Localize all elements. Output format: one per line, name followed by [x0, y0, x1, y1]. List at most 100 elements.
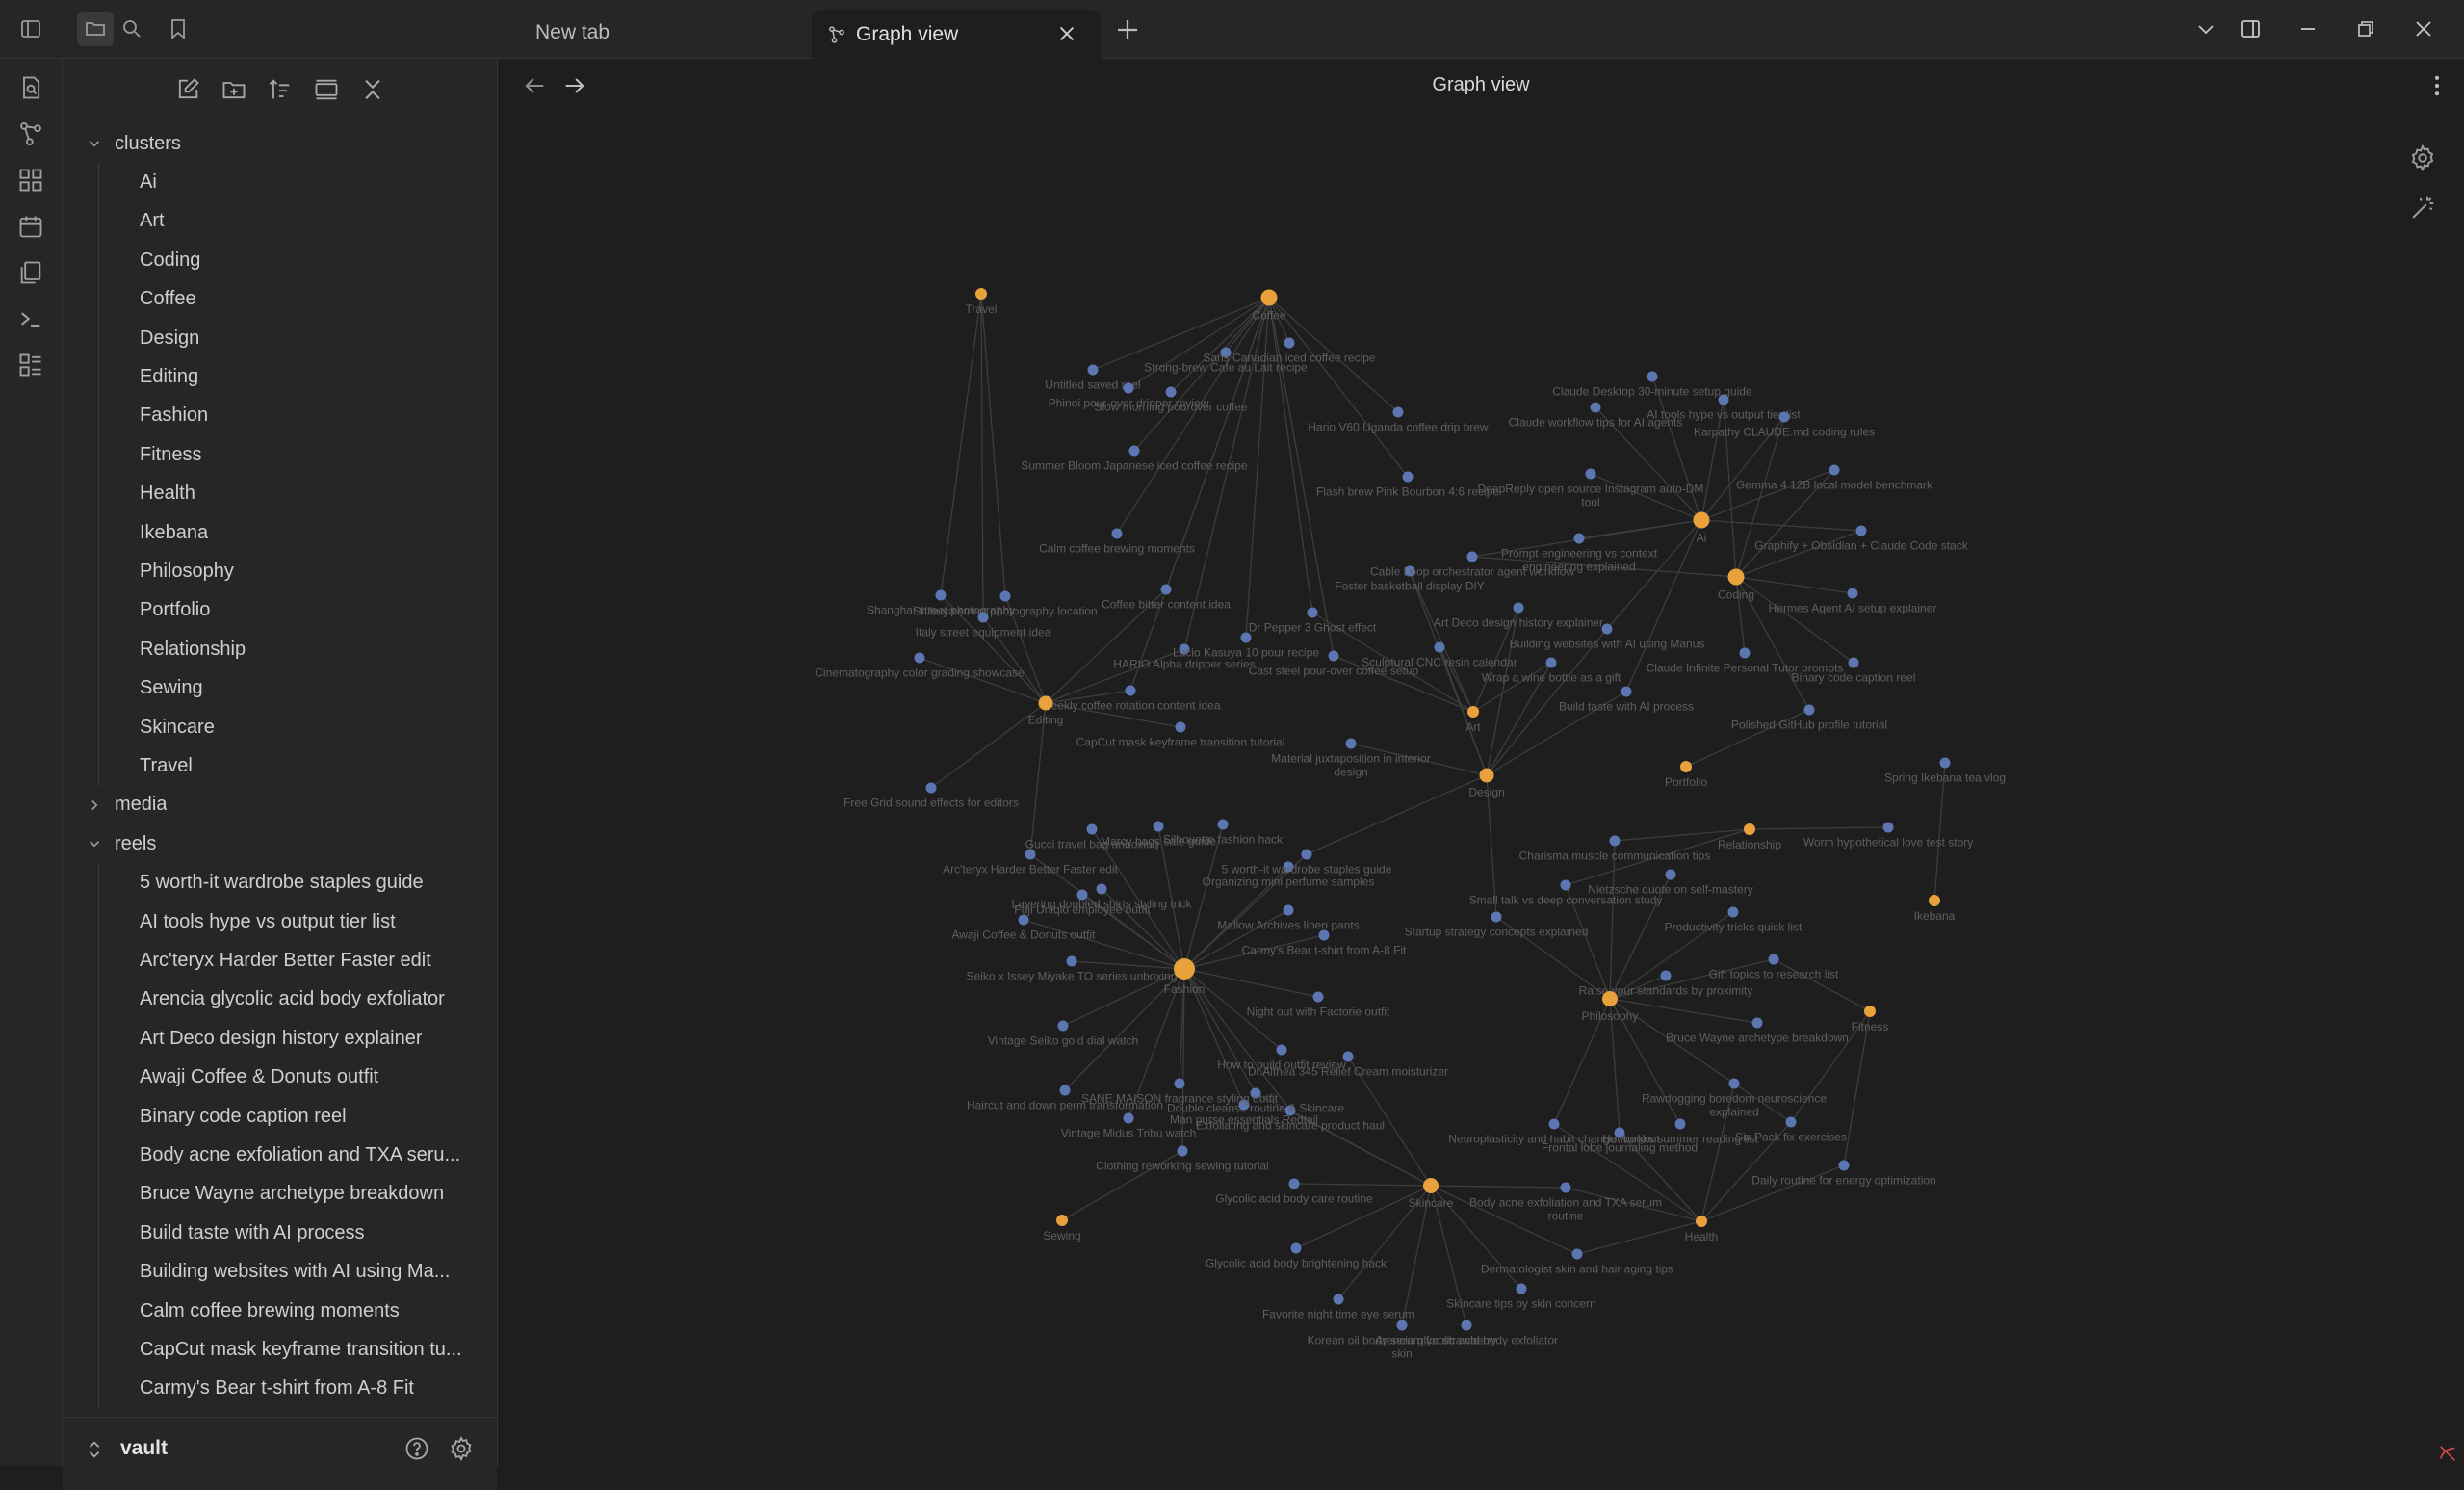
note-node-dot[interactable] [1590, 402, 1601, 413]
graph-view-icon[interactable] [17, 120, 44, 147]
graph-note-node[interactable]: Hermes Agent AI setup explainer [1769, 588, 1937, 615]
note-node-dot[interactable] [1560, 879, 1571, 891]
graph-note-node[interactable]: Weekly coffee rotation content idea [1040, 685, 1221, 713]
note-node-dot[interactable] [1778, 411, 1790, 423]
note-node-dot[interactable] [1283, 904, 1294, 916]
graph-note-node[interactable]: 5 worth-it wardrobe staples guide [1222, 849, 1392, 876]
folder-media[interactable]: media [63, 786, 477, 824]
graph-note-node[interactable]: Hario V60 Uganda coffee drip brew [1308, 406, 1489, 434]
note-node-dot[interactable] [1290, 1242, 1302, 1254]
note-node-dot[interactable] [1803, 704, 1815, 716]
cluster-node-dot[interactable] [1174, 958, 1195, 980]
file-item[interactable]: Art Deco design history explainer [63, 1019, 477, 1058]
note-node-dot[interactable] [1123, 1112, 1134, 1124]
cluster-node-dot[interactable] [1056, 1215, 1068, 1226]
tab-new-tab[interactable]: New tab [491, 8, 809, 58]
right-sidebar-toggle-icon[interactable] [2239, 17, 2262, 40]
canvas-icon[interactable] [17, 167, 44, 194]
file-item[interactable]: Portfolio [63, 591, 477, 630]
graph-note-node[interactable]: Nietzsche quote on self-mastery [1588, 869, 1753, 897]
graph-note-node[interactable]: Favorite night time eye serum [1262, 1294, 1414, 1321]
file-item[interactable]: CapCut mask keyframe transition tu... [63, 1330, 477, 1369]
file-item[interactable]: Fitness [63, 435, 477, 474]
note-node-dot[interactable] [1392, 406, 1404, 418]
note-node-dot[interactable] [1402, 471, 1414, 483]
note-node-dot[interactable] [1128, 445, 1140, 457]
graph-note-node[interactable]: Silhouette fashion hack [1163, 819, 1284, 847]
graph-note-node[interactable]: Cinematography color grading showcase [815, 652, 1025, 680]
file-item[interactable]: Carmy's Bear t-shirt from A-8 Fit [63, 1370, 477, 1408]
graph-note-node[interactable]: Clothing reworking sewing tutorial [1096, 1145, 1269, 1173]
note-node-dot[interactable] [1665, 869, 1676, 880]
note-node-dot[interactable] [1768, 954, 1779, 965]
files-view-button[interactable] [77, 12, 114, 46]
minimize-icon[interactable] [2296, 17, 2320, 40]
note-node-dot[interactable] [1301, 849, 1312, 860]
chevron-down-icon[interactable] [86, 135, 103, 152]
file-item[interactable]: Build taste with AI process [63, 1214, 477, 1252]
graph-note-node[interactable]: Gift topics to research list [1709, 954, 1839, 981]
note-node-dot[interactable] [1614, 1127, 1625, 1138]
graph-note-node[interactable]: Rawdogging boredom neuroscience explained [1642, 1078, 1827, 1119]
cluster-node-dot[interactable] [1038, 695, 1053, 711]
graph-note-node[interactable]: Build taste with AI process [1559, 686, 1694, 714]
note-node-dot[interactable] [1066, 955, 1077, 967]
graph-note-node[interactable]: Sculptural CNC resin calendar [1362, 641, 1517, 669]
open-quick-switcher-icon[interactable] [17, 74, 44, 101]
new-tab-plus-icon[interactable] [1113, 15, 1142, 44]
note-node-dot[interactable] [1312, 991, 1324, 1003]
file-item[interactable]: Awaji Coffee & Donuts outfit [63, 1059, 477, 1097]
chevron-right-icon[interactable] [86, 797, 103, 814]
file-item[interactable]: Calm coffee brewing moments [63, 1292, 477, 1330]
note-node-dot[interactable] [1855, 525, 1867, 536]
note-node-dot[interactable] [1111, 528, 1123, 539]
file-item[interactable]: Fashion [63, 397, 477, 435]
graph-note-node[interactable]: CapCut mask keyframe transition tutorial [1076, 721, 1285, 749]
graph-cluster-node[interactable]: Fitness [1852, 1006, 1889, 1033]
note-node-dot[interactable] [999, 590, 1011, 602]
cluster-node-dot[interactable] [1260, 289, 1278, 306]
note-node-dot[interactable] [1491, 911, 1502, 923]
graph-settings-gear-icon[interactable] [2408, 144, 2437, 172]
note-node-dot[interactable] [1829, 464, 1840, 476]
note-node-dot[interactable] [935, 589, 947, 601]
note-node-dot[interactable] [1333, 1294, 1344, 1305]
animate-wand-icon[interactable] [2408, 194, 2437, 222]
note-node-dot[interactable] [1345, 738, 1357, 749]
note-node-dot[interactable] [1785, 1116, 1797, 1128]
note-node-dot[interactable] [1560, 1182, 1571, 1193]
note-node-dot[interactable] [1076, 889, 1088, 901]
graph-note-node[interactable]: Gemma 4 12B local model benchmark [1736, 464, 1933, 492]
file-item[interactable]: Building websites with AI using Ma... [63, 1253, 477, 1292]
graph-note-node[interactable]: Flash brew Pink Bourbon 4:6 recipe [1316, 471, 1499, 499]
note-node-dot[interactable] [1585, 468, 1596, 480]
note-node-dot[interactable] [1057, 1020, 1069, 1032]
tab-list-chevron-icon[interactable] [2194, 17, 2218, 40]
graph-note-node[interactable]: Startup strategy concepts explained [1405, 911, 1589, 939]
restore-window-icon[interactable] [2354, 17, 2377, 40]
graph-cluster-node[interactable]: Relationship [1718, 823, 1781, 851]
cluster-node-dot[interactable] [1479, 768, 1494, 783]
graph-note-node[interactable]: Carmy's Bear t-shirt from A-8 Fit [1242, 929, 1408, 957]
file-item[interactable]: Arencia glycolic acid body exfoliator [63, 980, 477, 1019]
graph-note-node[interactable]: Fuji Uniqlo employee outfit [1014, 889, 1151, 917]
more-options-icon[interactable] [2424, 72, 2451, 99]
file-item[interactable]: Arc'teryx Harder Better Faster edit [63, 941, 477, 980]
note-node-dot[interactable] [1882, 822, 1894, 833]
graph-note-node[interactable]: Glycolic acid body care routine [1215, 1178, 1373, 1206]
note-node-dot[interactable] [1751, 1017, 1763, 1029]
file-item[interactable]: Philosophy [63, 552, 477, 590]
folder-reels[interactable]: reels [63, 824, 477, 863]
note-node-dot[interactable] [1328, 650, 1339, 662]
note-node-dot[interactable] [1516, 1283, 1527, 1294]
note-node-dot[interactable] [1718, 394, 1729, 405]
graph-note-node[interactable]: Awaji Coffee & Donuts outfit [952, 914, 1097, 942]
templates-icon[interactable] [17, 259, 44, 286]
file-item[interactable]: Coffee [63, 280, 477, 319]
cluster-node-dot[interactable] [1602, 991, 1618, 1006]
file-item[interactable]: Travel [63, 746, 477, 785]
note-node-dot[interactable] [1160, 584, 1172, 595]
graph-note-node[interactable]: Haircut and down perm transformation [967, 1085, 1163, 1112]
note-node-dot[interactable] [1573, 533, 1585, 544]
file-item[interactable]: Sewing [63, 669, 477, 708]
